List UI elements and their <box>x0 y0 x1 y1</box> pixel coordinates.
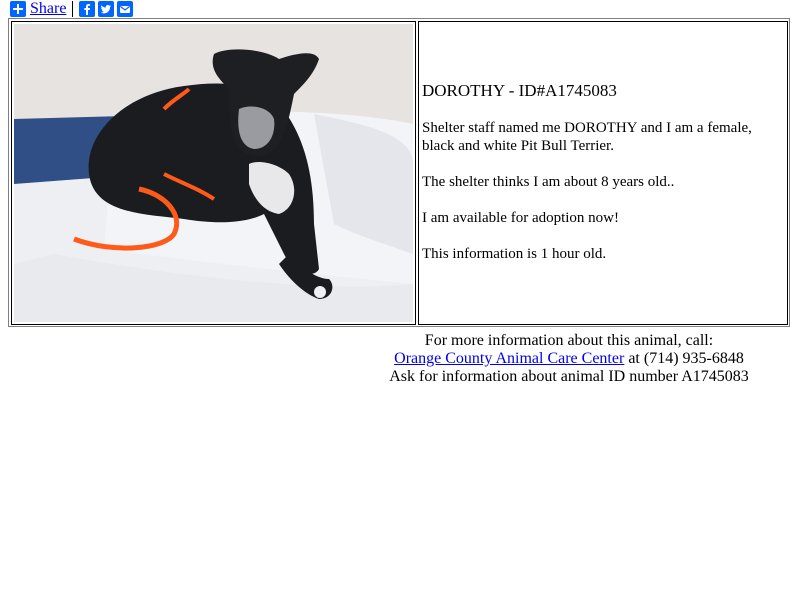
twitter-icon[interactable] <box>98 1 115 17</box>
facebook-icon[interactable] <box>79 1 96 17</box>
phone-text: at (714) 935-6848 <box>624 350 744 367</box>
animal-description: Shelter staff named me DOROTHY and I am … <box>422 120 752 154</box>
animal-photo <box>14 24 413 322</box>
share-divider <box>72 1 74 17</box>
info-freshness: This information is 1 hour old. <box>422 246 607 262</box>
info-cell: DOROTHY - ID#A1745083 Shelter staff name… <box>418 21 788 325</box>
plus-icon[interactable] <box>10 1 26 17</box>
info-content: DOROTHY - ID#A1745083 Shelter staff name… <box>422 81 782 281</box>
ask-text: Ask for information about animal ID numb… <box>389 368 749 385</box>
animal-availability: I am available for adoption now! <box>422 210 620 226</box>
animal-age: The shelter thinks I am about 8 years ol… <box>422 174 675 190</box>
email-icon[interactable] <box>117 1 134 17</box>
share-link[interactable]: Share <box>30 0 66 18</box>
animal-title: DOROTHY - ID#A1745083 <box>422 81 617 100</box>
shelter-link[interactable]: Orange County Animal Care Center <box>394 350 624 367</box>
contact-line: Orange County Animal Care Center at (714… <box>340 350 798 368</box>
contact-intro: For more information about this animal, … <box>424 332 714 349</box>
photo-cell <box>11 21 416 325</box>
contact-info: For more information about this animal, … <box>340 332 798 386</box>
share-bar: Share <box>10 0 136 18</box>
animal-card: DOROTHY - ID#A1745083 Shelter staff name… <box>8 18 790 327</box>
